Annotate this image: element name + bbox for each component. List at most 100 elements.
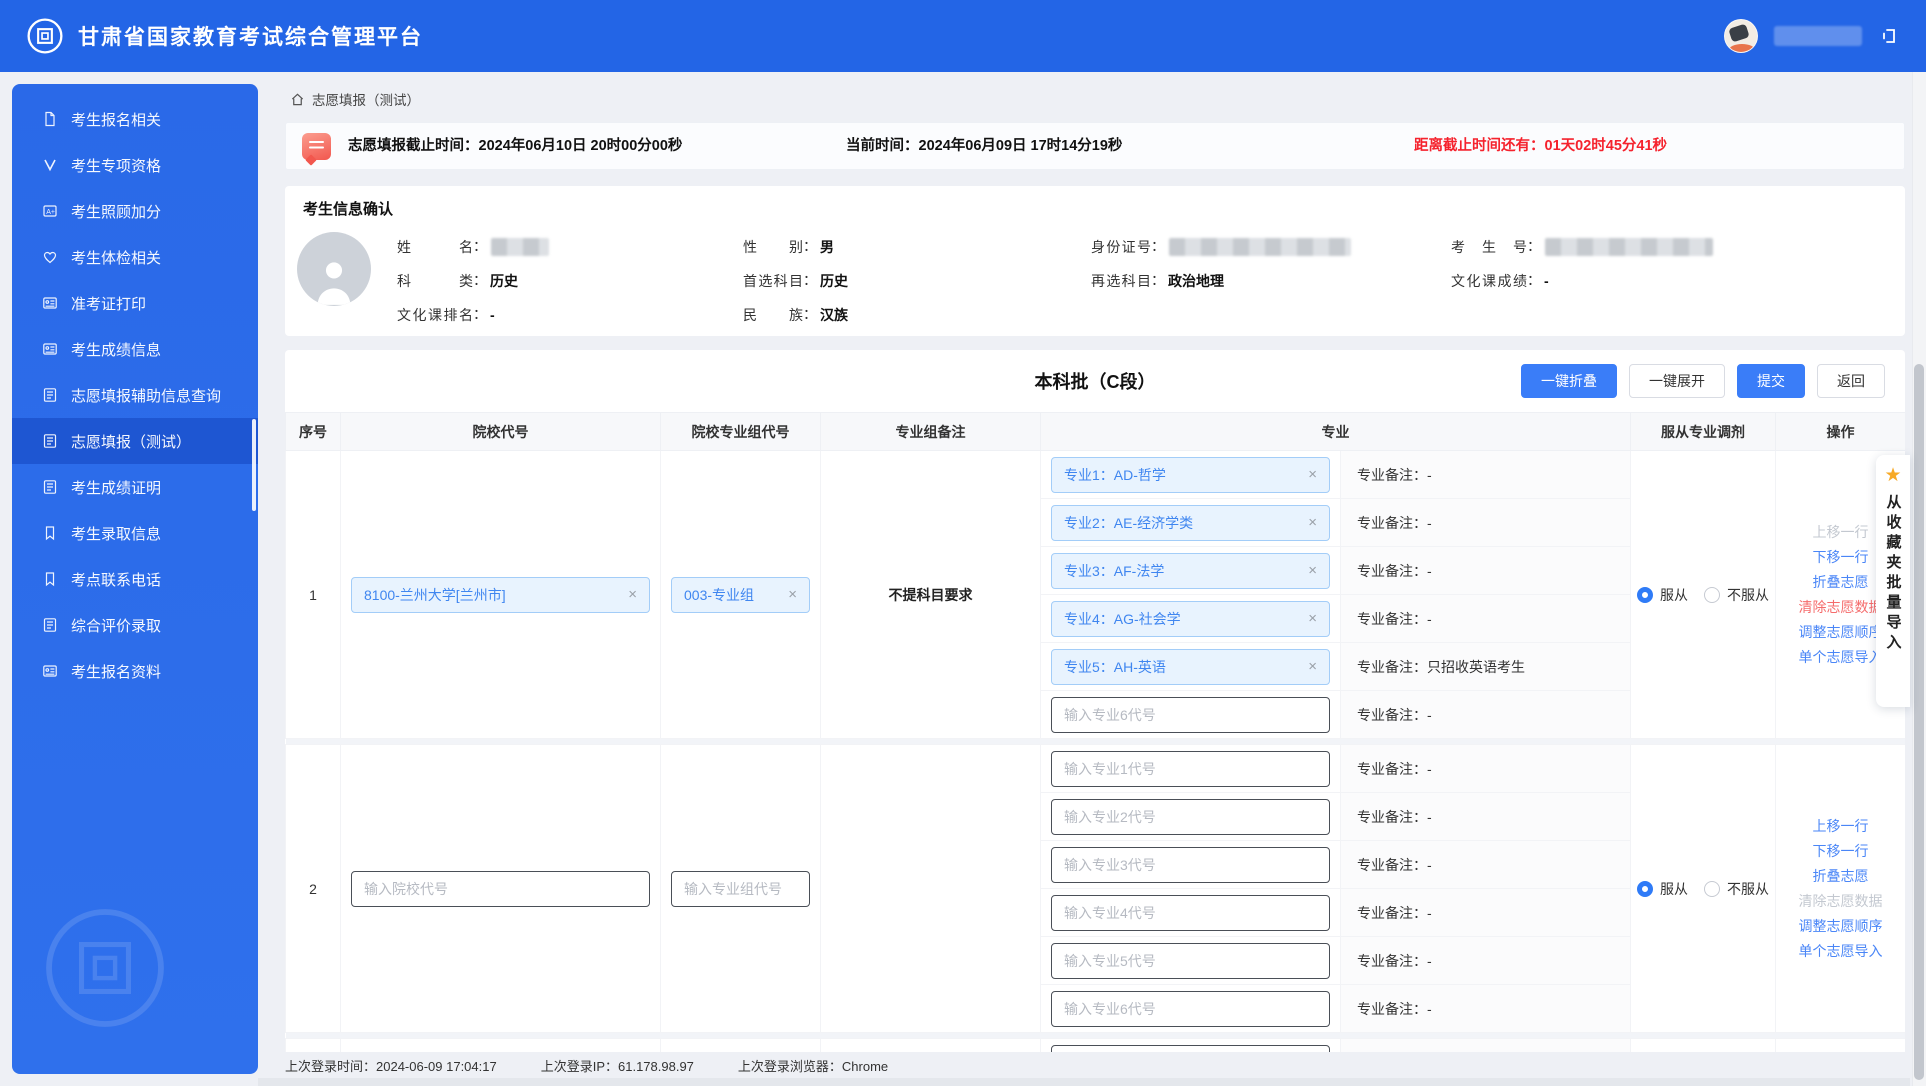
sidebar-scrollbar-thumb[interactable] [252,419,256,511]
table-toolbar: 本科批（C段） 一键折叠 一键展开 提交 返回 [285,350,1905,412]
vertical-scrollbar-track[interactable] [1912,72,1926,1086]
field-category: 科类：历史 [397,270,518,291]
sidebar-item-comprehensive-evaluation[interactable]: 综合评价录取 [12,602,258,648]
sidebar-item-registration[interactable]: 考生报名相关 [12,96,258,142]
sidebar-item-aid-info-query[interactable]: 志愿填报辅助信息查询 [12,372,258,418]
import-single-link[interactable]: 单个志愿导入 [1799,647,1883,667]
import-single-link[interactable]: 单个志愿导入 [1799,941,1883,961]
major-1-cell: 专业1：AD-哲学× [1041,451,1341,499]
adjust-order-link[interactable]: 调整志愿顺序 [1799,622,1883,642]
logout-icon[interactable] [1878,25,1900,47]
username-masked [1774,26,1862,46]
clear-volunteer-link: 清除志愿数据 [1799,891,1883,911]
major-input[interactable] [1051,895,1330,931]
obey-no-radio[interactable]: 不服从 [1704,585,1769,605]
college-code-input[interactable] [351,871,650,907]
major-chip[interactable]: 专业1：AD-哲学× [1051,457,1330,493]
field-exam-number: 考生号： [1451,236,1713,257]
row2-seq: 2 [286,745,341,1033]
major-5-cell: 专业5：AH-英语× [1041,643,1341,691]
major-chip[interactable]: 专业3：AF-法学× [1051,553,1330,589]
row2-college-cell [341,745,661,1033]
major-4-remark: 专业备注：- [1341,889,1631,937]
remove-icon[interactable]: × [1308,515,1317,530]
major-input[interactable] [1051,1045,1330,1053]
sidebar-item-bonus-points[interactable]: A+ 考生照顾加分 [12,188,258,234]
move-up-link[interactable]: 上移一行 [1813,816,1869,836]
remove-icon[interactable]: × [1308,611,1317,626]
remove-icon[interactable]: × [1308,659,1317,674]
vertical-scrollbar-thumb[interactable] [1914,364,1924,1080]
group-code-chip[interactable]: 003-专业组× [671,577,810,613]
clear-volunteer-link[interactable]: 清除志愿数据 [1799,597,1883,617]
radio-selected-icon [1637,587,1653,603]
doc-icon [42,111,58,127]
info-card-title: 考生信息确认 [303,198,393,219]
major-chip[interactable]: 专业5：AH-英语× [1051,649,1330,685]
collapse-volunteer-link[interactable]: 折叠志愿 [1813,572,1869,592]
move-down-link[interactable]: 下移一行 [1813,547,1869,567]
favorites-batch-import-tab[interactable]: ★ 从收藏夹批量导入 [1876,455,1910,707]
sidebar-item-exam-site-phone[interactable]: 考点联系电话 [12,556,258,602]
breadcrumb-label[interactable]: 志愿填报（测试） [312,89,420,109]
home-icon [290,92,305,107]
adjust-order-link[interactable]: 调整志愿顺序 [1799,916,1883,936]
remove-icon[interactable]: × [1308,467,1317,482]
radio-unselected-icon [1704,881,1720,897]
college-code-chip[interactable]: 8100-兰州大学[兰州市]× [351,577,650,613]
sidebar-item-volunteer-fill-test[interactable]: 志愿填报（测试） [12,418,258,464]
major-input[interactable] [1051,751,1330,787]
sidebar-item-medical-exam[interactable]: 考生体检相关 [12,234,258,280]
sidebar-item-admission-info[interactable]: 考生录取信息 [12,510,258,556]
deadline-message-icon [302,133,331,160]
field-id-number: 身份证号： [1091,236,1351,257]
major-chip[interactable]: 专业4：AG-社会学× [1051,601,1330,637]
footer-status-bar: 上次登录时间：2024-06-09 17:04:17 上次登录IP：61.178… [285,1052,1905,1078]
major-6-remark: 专业备注：- [1341,691,1631,739]
sidebar-item-score-certificate[interactable]: 考生成绩证明 [12,464,258,510]
remove-icon[interactable]: × [1308,563,1317,578]
horizontal-scrollbar-track[interactable] [258,1078,1910,1086]
move-down-link[interactable]: 下移一行 [1813,841,1869,861]
obey-no-radio[interactable]: 不服从 [1704,879,1769,899]
obey-yes-radio[interactable]: 服从 [1637,585,1688,605]
col-group-code: 院校专业组代号 [661,413,821,451]
table-row: 1 8100-兰州大学[兰州市]× 003-专业组× 不提科目要求 专业1：AD… [286,451,1906,499]
obey-yes-radio[interactable]: 服从 [1637,879,1688,899]
sidebar-item-registration-materials[interactable]: 考生报名资料 [12,648,258,694]
major-input[interactable] [1051,847,1330,883]
major-4-cell: 专业4：AG-社会学× [1041,595,1341,643]
group-code-input[interactable] [671,871,810,907]
collapse-all-button[interactable]: 一键折叠 [1521,364,1617,398]
major-1-remark: 专业备注：- [1341,451,1631,499]
expand-all-button[interactable]: 一键展开 [1629,364,1725,398]
row2-group-remark [821,745,1041,1033]
row1-college-cell: 8100-兰州大学[兰州市]× [341,451,661,739]
sidebar-item-score-info[interactable]: 考生成绩信息 [12,326,258,372]
remove-icon[interactable]: × [788,587,797,602]
row1-group-remark: 不提科目要求 [821,451,1041,739]
collapse-volunteer-link[interactable]: 折叠志愿 [1813,866,1869,886]
last-login-ip: 上次登录IP：61.178.98.97 [541,1056,694,1075]
info-row-1: 姓名： 性别：男 身份证号： 考生号： [285,236,1905,256]
user-avatar[interactable] [1724,19,1758,53]
major-3-cell: 专业3：AF-法学× [1041,547,1341,595]
major-input[interactable] [1051,697,1330,733]
back-button[interactable]: 返回 [1817,364,1885,398]
submit-button[interactable]: 提交 [1737,364,1805,398]
major-input[interactable] [1051,799,1330,835]
last-login-time: 上次登录时间：2024-06-09 17:04:17 [285,1056,497,1075]
major-chip[interactable]: 专业2：AE-经济学类× [1051,505,1330,541]
row1-group-cell: 003-专业组× [661,451,821,739]
sidebar-item-special-qualification[interactable]: 考生专项资格 [12,142,258,188]
bookmark-icon [42,525,58,541]
major-5-remark: 专业备注：- [1341,937,1631,985]
major-input[interactable] [1051,943,1330,979]
row3-college-cell [341,1039,661,1053]
obey-radio-group: 服从 不服从 [1631,879,1775,899]
field-second-subject: 再选科目：政治地理 [1091,270,1224,291]
major-5-cell [1041,937,1341,985]
sidebar-item-admission-ticket-print[interactable]: 准考证打印 [12,280,258,326]
major-input[interactable] [1051,991,1330,1027]
remove-icon[interactable]: × [628,587,637,602]
